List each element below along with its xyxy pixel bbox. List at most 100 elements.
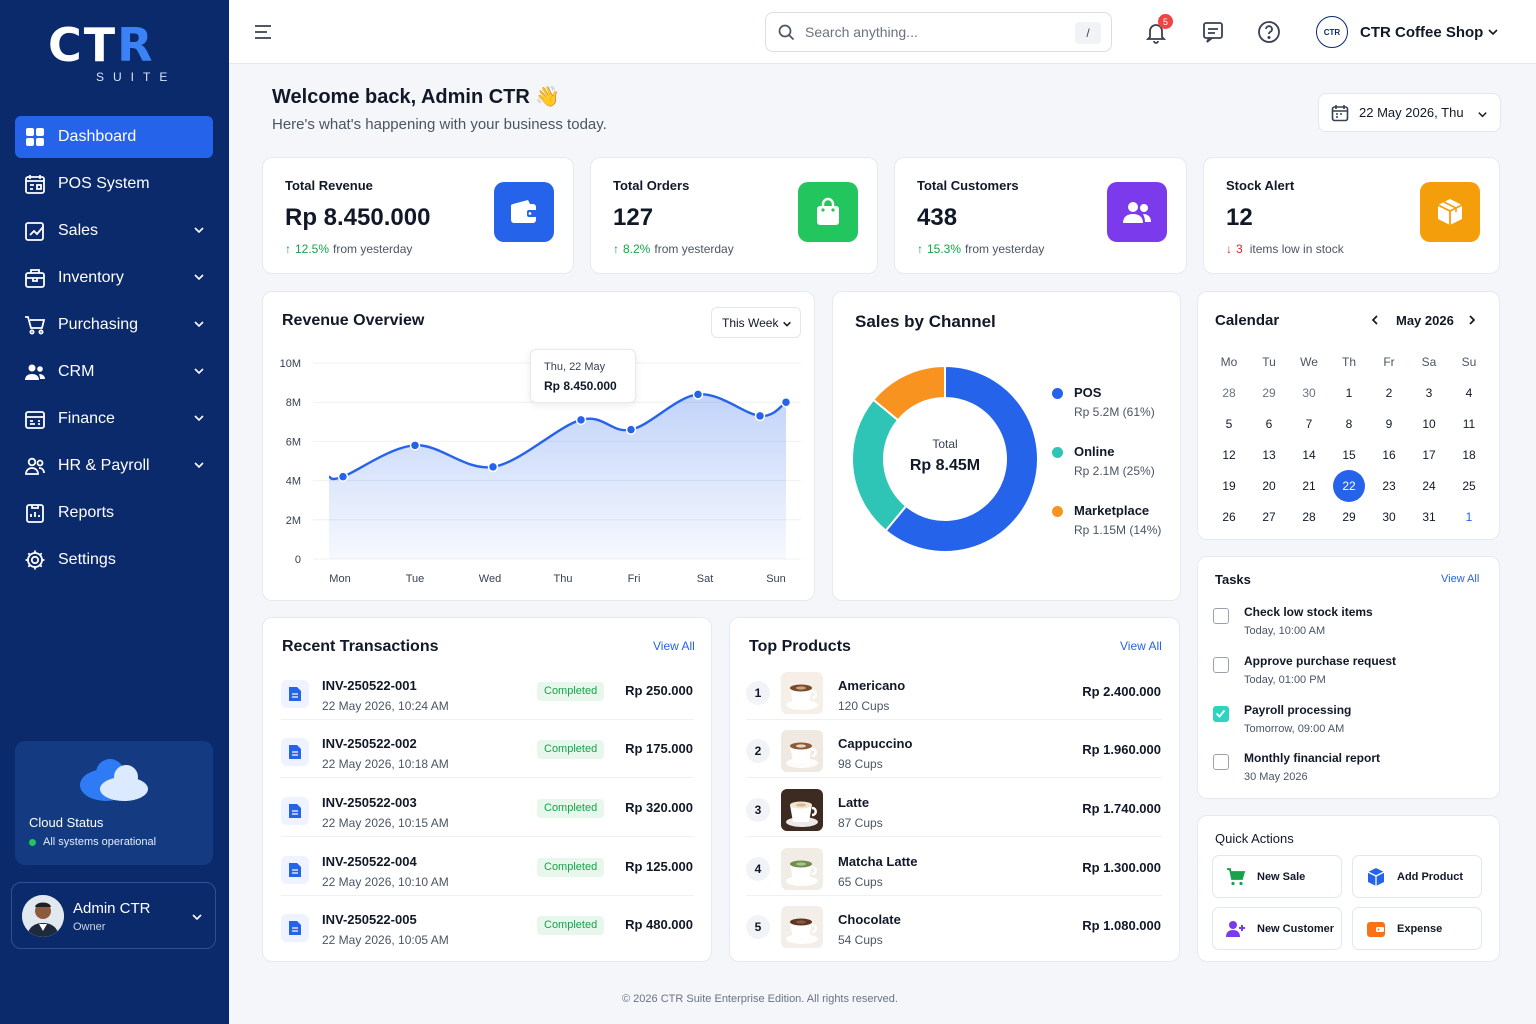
calendar-day[interactable]: 24: [1409, 476, 1449, 507]
date-picker[interactable]: 22 May 2026, Thu: [1318, 93, 1501, 132]
calendar-day[interactable]: 10: [1409, 414, 1449, 445]
calendar-weekday: Su: [1461, 355, 1477, 369]
calendar-day[interactable]: 29: [1329, 507, 1369, 538]
sidebar-item-dashboard[interactable]: Dashboard: [15, 116, 213, 158]
product-row[interactable]: 1 Americano 120 Cups Rp 2.400.000: [729, 672, 1180, 730]
kpi-card-total-revenue[interactable]: Total Revenue Rp 8.450.000 ↑ 12.5% from ye…: [262, 157, 574, 274]
sidebar-item-hr-payroll[interactable]: HR & Payroll: [15, 445, 213, 487]
sidebar-item-sales[interactable]: Sales: [15, 210, 213, 252]
calendar-day[interactable]: 6: [1249, 414, 1289, 445]
transaction-row[interactable]: INV-250522-005 22 May 2026, 10:05 AM Compl…: [262, 906, 712, 964]
calendar-day[interactable]: 1: [1449, 507, 1489, 538]
calendar-day[interactable]: 9: [1369, 414, 1409, 445]
calendar-day[interactable]: 28: [1289, 507, 1329, 538]
help-button[interactable]: [1255, 18, 1283, 46]
calendar-day[interactable]: 26: [1209, 507, 1249, 538]
calendar-day[interactable]: 3: [1409, 383, 1449, 414]
transaction-id: INV-250522-005: [322, 912, 417, 927]
sidebar-item-pos-system[interactable]: POS System: [15, 163, 213, 205]
calendar-day[interactable]: 18: [1449, 445, 1489, 476]
product-row[interactable]: 5 Chocolate 54 Cups Rp 1.080.000: [729, 906, 1180, 964]
data-point[interactable]: [487, 461, 499, 473]
search-box[interactable]: /: [765, 12, 1112, 52]
data-point[interactable]: [625, 424, 637, 435]
calendar-day[interactable]: 4: [1449, 383, 1489, 414]
calendar-day[interactable]: 11: [1449, 414, 1489, 445]
task-checkbox[interactable]: [1213, 657, 1229, 673]
chevron-down-icon[interactable]: [1487, 26, 1499, 38]
sidebar-item-inventory[interactable]: Inventory: [15, 257, 213, 299]
sidebar-item-label: Purchasing: [58, 316, 139, 333]
transaction-row[interactable]: INV-250522-002 22 May 2026, 10:18 AM Compl…: [262, 730, 712, 788]
box-icon: [1420, 182, 1480, 242]
view-all-link[interactable]: View All: [653, 639, 695, 653]
calendar-day[interactable]: 21: [1289, 476, 1329, 507]
calendar-day[interactable]: 23: [1369, 476, 1409, 507]
calendar-day[interactable]: 25: [1449, 476, 1489, 507]
calendar-day[interactable]: 17: [1409, 445, 1449, 476]
calendar-day[interactable]: 1: [1329, 383, 1369, 414]
chevron-right-icon[interactable]: [1466, 314, 1478, 326]
hr-icon: [24, 455, 46, 477]
calendar-day[interactable]: 28: [1209, 383, 1249, 414]
notifications-button[interactable]: 5: [1142, 14, 1173, 46]
product-row[interactable]: 4 Matcha Latte 65 Cups Rp 1.300.000: [729, 848, 1180, 906]
sidebar-item-purchasing[interactable]: Purchasing: [15, 304, 213, 346]
calendar-day[interactable]: 2: [1369, 383, 1409, 414]
search-input[interactable]: [805, 24, 1065, 40]
data-point[interactable]: [692, 389, 704, 400]
kpi-card-stock-alert[interactable]: Stock Alert 12 ↓ 3 items low in stock: [1203, 157, 1500, 274]
calendar-day[interactable]: 8: [1329, 414, 1369, 445]
calendar-day[interactable]: 30: [1369, 507, 1409, 538]
new-customer-button[interactable]: New Customer: [1212, 907, 1342, 950]
data-point[interactable]: [337, 471, 349, 482]
view-all-link[interactable]: View All: [1441, 573, 1479, 585]
calendar-day[interactable]: 19: [1209, 476, 1249, 507]
sidebar-item-finance[interactable]: Finance: [15, 398, 213, 440]
kpi-label: Total Orders: [613, 178, 690, 193]
calendar-day[interactable]: 14: [1289, 445, 1329, 476]
revenue-chart[interactable]: 0 2M 4M 6M 8M 10M Mon Tue Wed Thu Fri Sat Sun: [263, 292, 816, 602]
calendar-day[interactable]: 7: [1289, 414, 1329, 445]
calendar-day[interactable]: 20: [1249, 476, 1289, 507]
calendar-day[interactable]: 5: [1209, 414, 1249, 445]
expense-button[interactable]: Expense: [1352, 907, 1482, 950]
sidebar-item-settings[interactable]: Settings: [15, 539, 213, 581]
data-point[interactable]: [575, 414, 587, 426]
product-row[interactable]: 2 Cappuccino 98 Cups Rp 1.960.000: [729, 730, 1180, 788]
view-all-link[interactable]: View All: [1120, 639, 1162, 653]
kpi-card-total-customers[interactable]: Total Customers 438 ↑ 15.3% from yesterday: [894, 157, 1187, 274]
data-point[interactable]: [409, 440, 421, 451]
task-checkbox-checked[interactable]: [1213, 706, 1229, 722]
calendar-day[interactable]: 27: [1249, 507, 1289, 538]
ctr-suite-logo[interactable]: CTR SUITE: [48, 22, 178, 92]
product-row[interactable]: 3 Latte 87 Cups Rp 1.740.000: [729, 789, 1180, 847]
transaction-row[interactable]: INV-250522-003 22 May 2026, 10:15 AM Compl…: [262, 789, 712, 847]
kpi-card-total-orders[interactable]: Total Orders 127 ↑ 8.2% from yesterday: [590, 157, 878, 274]
transaction-amount: Rp 480.000: [625, 917, 693, 932]
sidebar-item-reports[interactable]: Reports: [15, 492, 213, 534]
add-product-button[interactable]: Add Product: [1352, 855, 1482, 898]
calendar-day[interactable]: 12: [1209, 445, 1249, 476]
chevron-left-icon[interactable]: [1369, 314, 1381, 326]
chevron-down-icon[interactable]: [191, 911, 203, 923]
data-point[interactable]: [780, 396, 792, 408]
calendar-day[interactable]: 29: [1249, 383, 1289, 414]
calendar-day[interactable]: 16: [1369, 445, 1409, 476]
calendar-day[interactable]: 31: [1409, 507, 1449, 538]
product-quantity: 54 Cups: [838, 933, 883, 947]
task-checkbox[interactable]: [1213, 608, 1229, 624]
transaction-row[interactable]: INV-250522-001 22 May 2026, 10:24 AM Compl…: [262, 672, 712, 730]
messages-button[interactable]: [1199, 18, 1227, 46]
sidebar-item-crm[interactable]: CRM: [15, 351, 213, 393]
user-profile-card[interactable]: Admin CTR Owner: [11, 882, 216, 949]
calendar-day-selected[interactable]: 22: [1329, 470, 1369, 507]
menu-icon[interactable]: [254, 24, 272, 40]
calendar-day[interactable]: 13: [1249, 445, 1289, 476]
task-checkbox[interactable]: [1213, 754, 1229, 770]
data-point[interactable]: [754, 410, 766, 422]
shop-name[interactable]: CTR Coffee Shop: [1360, 24, 1483, 41]
calendar-day[interactable]: 30: [1289, 383, 1329, 414]
transaction-row[interactable]: INV-250522-004 22 May 2026, 10:10 AM Compl…: [262, 848, 712, 906]
new-sale-button[interactable]: New Sale: [1212, 855, 1342, 898]
